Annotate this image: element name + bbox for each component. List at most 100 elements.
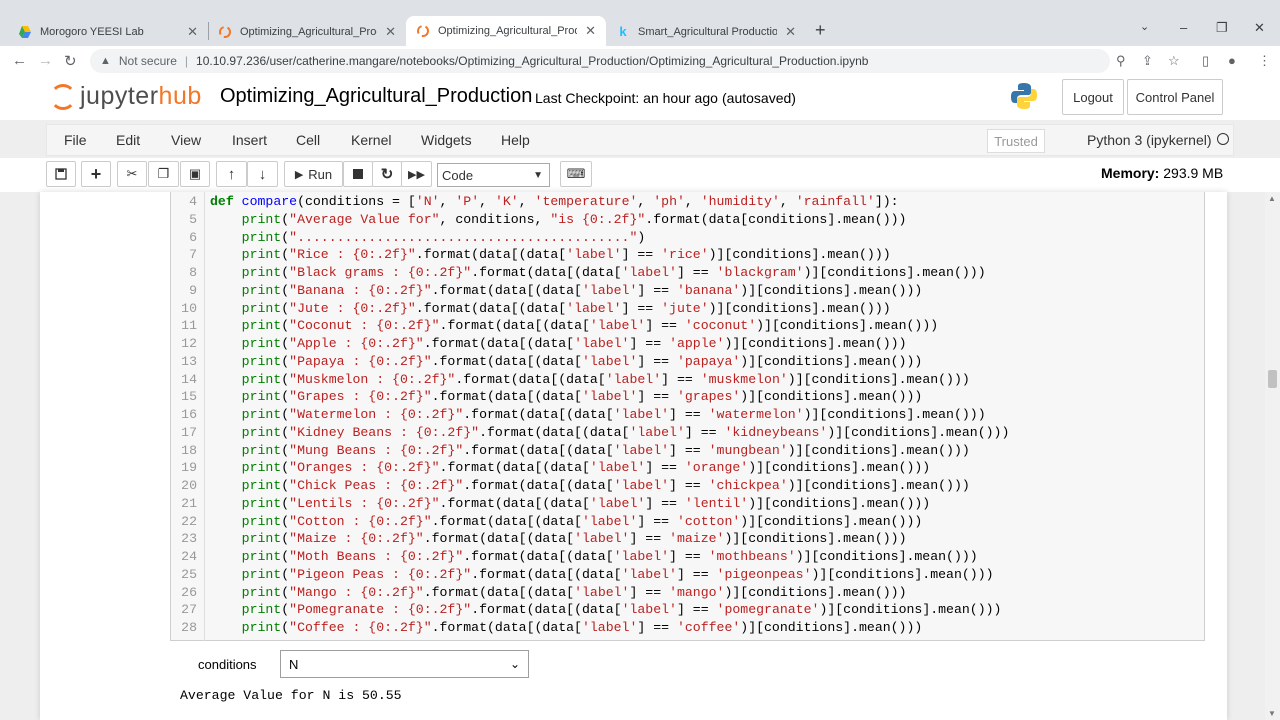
copy-button[interactable]: ❐ [148, 161, 179, 187]
code-line: 13 print("Papaya : {0:.2f}".format(data[… [171, 353, 1206, 371]
line-number: 25 [181, 566, 197, 582]
close-icon[interactable]: ✕ [785, 24, 796, 40]
code-text: print("Lentils : {0:.2f}".format(data[(d… [241, 495, 931, 511]
scroll-up-icon[interactable]: ▲ [1268, 194, 1276, 203]
jupyterhub-logo[interactable]: jupyterhub [50, 82, 202, 111]
cell-type-select[interactable]: Code ▼ [437, 163, 550, 187]
memory-usage: Memory: 293.9 MB [1101, 165, 1223, 181]
new-tab-button[interactable]: + [815, 20, 826, 41]
insert-cell-button[interactable]: + [81, 161, 111, 187]
stop-icon [353, 169, 363, 179]
code-text: print("Pigeon Peas : {0:.2f}".format(dat… [241, 566, 994, 582]
window-close-icon[interactable]: ✕ [1254, 20, 1265, 36]
save-button[interactable] [46, 161, 76, 187]
code-text: print("Chick Peas : {0:.2f}".format(data… [241, 478, 970, 493]
address-bar: ← → ↻ ▲ Not secure | 10.10.97.236/user/c… [0, 46, 1280, 76]
paste-icon: ▣ [188, 166, 202, 181]
cut-button[interactable]: ✂ [117, 161, 147, 187]
reload-icon[interactable]: ↻ [64, 52, 77, 70]
code-line: 6 print("...............................… [171, 229, 1206, 247]
close-icon[interactable]: ✕ [187, 24, 198, 40]
tab-search-icon[interactable]: ⌄ [1140, 20, 1149, 33]
widget-label: conditions [198, 656, 257, 672]
run-button[interactable]: ▶ Run [284, 161, 343, 187]
code-line: 20 print("Chick Peas : {0:.2f}".format(d… [171, 477, 1206, 495]
interrupt-button[interactable] [343, 161, 373, 187]
not-secure-label: Not secure [118, 54, 177, 68]
code-editor[interactable]: 4 def compare(conditions = ['N', 'P', 'K'… [171, 193, 1206, 637]
move-up-button[interactable]: ↑ [216, 161, 247, 187]
back-arrow-icon[interactable]: ← [12, 52, 27, 69]
tab-title: Morogoro YEESI Lab [40, 25, 144, 38]
zoom-icon[interactable]: ⚲ [1116, 53, 1126, 69]
move-down-button[interactable]: ↓ [247, 161, 278, 187]
menu-cell[interactable]: Cell [296, 132, 320, 148]
jupyter-logo-icon [50, 83, 76, 110]
side-panel-icon[interactable]: ▯ [1202, 53, 1209, 69]
forward-arrow-icon[interactable]: → [38, 52, 53, 69]
line-number: 9 [189, 282, 197, 298]
keyboard-icon: ⌨ [566, 166, 586, 181]
menu-view[interactable]: View [171, 132, 201, 148]
code-line: 19 print("Oranges : {0:.2f}".format(data… [171, 459, 1206, 477]
tab-title: Optimizing_Agricultural_Production [438, 25, 577, 37]
line-number: 24 [181, 549, 197, 564]
menu-widgets[interactable]: Widgets [421, 132, 472, 148]
code-cell-input[interactable]: 4 def compare(conditions = ['N', 'P', 'K'… [170, 192, 1205, 641]
code-line: 7 print("Rice : {0:.2f}".format(data[(da… [171, 246, 1206, 264]
kernel-name[interactable]: Python 3 (ipykernel) [1087, 132, 1212, 148]
browser-tab-4[interactable]: k Smart_Agricultural Production Op ✕ [606, 17, 806, 46]
command-palette-button[interactable]: ⌨ [560, 161, 592, 187]
close-icon[interactable]: ✕ [385, 24, 396, 40]
chevron-down-icon: ⌄ [509, 657, 520, 671]
menu-edit[interactable]: Edit [116, 132, 140, 148]
minimize-icon[interactable]: – [1180, 20, 1187, 35]
conditions-widget: conditions N ⌄ [198, 650, 529, 678]
bookmark-star-icon[interactable]: ☆ [1168, 53, 1180, 69]
page-scrollbar[interactable]: ▲ ▼ [1265, 192, 1280, 720]
menu-insert[interactable]: Insert [232, 132, 267, 148]
paste-button[interactable]: ▣ [180, 161, 210, 187]
memory-label: Memory: [1101, 165, 1160, 181]
trusted-indicator[interactable]: Trusted [987, 129, 1045, 153]
dropdown-value: N [289, 656, 299, 672]
restart-button[interactable]: ↻ [372, 161, 402, 187]
scroll-down-icon[interactable]: ▼ [1268, 709, 1276, 718]
code-text: print("Watermelon : {0:.2f}".format(data… [241, 407, 986, 422]
fast-forward-icon: ▶▶ [408, 168, 425, 181]
line-number: 26 [181, 584, 197, 600]
scrollbar-thumb[interactable] [1268, 370, 1277, 388]
browser-tab-3-active[interactable]: Optimizing_Agricultural_Production ✕ [406, 16, 606, 46]
menu-help[interactable]: Help [501, 132, 530, 148]
control-panel-button[interactable]: Control Panel [1127, 79, 1223, 115]
cell-type-value: Code [442, 167, 474, 183]
close-icon[interactable]: ✕ [585, 23, 596, 39]
profile-avatar-icon[interactable]: ● [1228, 53, 1236, 68]
notebook-toolbar: + ✂ ❐ ▣ ↑ ↓ ▶ Run ↻ ▶▶ Code ▼ ⌨ Memory: … [0, 158, 1280, 192]
browser-tab-2[interactable]: Optimizing_Agricultural_Production ✕ [208, 17, 406, 46]
omnibox-separator: | [184, 54, 189, 68]
code-text: print("Coffee : {0:.2f}".format(data[(da… [241, 620, 923, 635]
more-menu-icon[interactable]: ⋮ [1258, 53, 1271, 69]
code-line: 26 print("Mango : {0:.2f}".format(data[(… [171, 584, 1206, 602]
browser-tab-1[interactable]: Morogoro YEESI Lab ✕ [8, 17, 208, 46]
code-line: 22 print("Cotton : {0:.2f}".format(data[… [171, 513, 1206, 531]
maximize-icon[interactable]: ❐ [1216, 20, 1228, 36]
url-omnibox[interactable]: ▲ Not secure | 10.10.97.236/user/catheri… [90, 49, 1110, 73]
share-icon[interactable]: ⇪ [1142, 53, 1153, 69]
notebook-name[interactable]: Optimizing_Agricultural_Production [220, 85, 532, 108]
conditions-dropdown[interactable]: N ⌄ [280, 650, 529, 678]
menu-file[interactable]: File [64, 132, 87, 148]
code-line: 9 print("Banana : {0:.2f}".format(data[(… [171, 282, 1206, 300]
code-line: 5 print("Average Value for", conditions,… [171, 211, 1206, 229]
code-text: print("Coconut : {0:.2f}".format(data[(d… [241, 318, 939, 334]
logout-button[interactable]: Logout [1062, 79, 1124, 115]
code-line: 8 print("Black grams : {0:.2f}".format(d… [171, 264, 1206, 282]
restart-run-all-button[interactable]: ▶▶ [401, 161, 432, 187]
code-text: print("Maize : {0:.2f}".format(data[(dat… [241, 531, 907, 547]
jupyter-icon [218, 25, 232, 39]
output-line: Average Value for N is 50.55 [180, 688, 402, 703]
code-line: 28 print("Coffee : {0:.2f}".format(data[… [171, 619, 1206, 637]
url-text[interactable]: 10.10.97.236/user/catherine.mangare/note… [196, 54, 868, 68]
menu-kernel[interactable]: Kernel [351, 132, 391, 148]
